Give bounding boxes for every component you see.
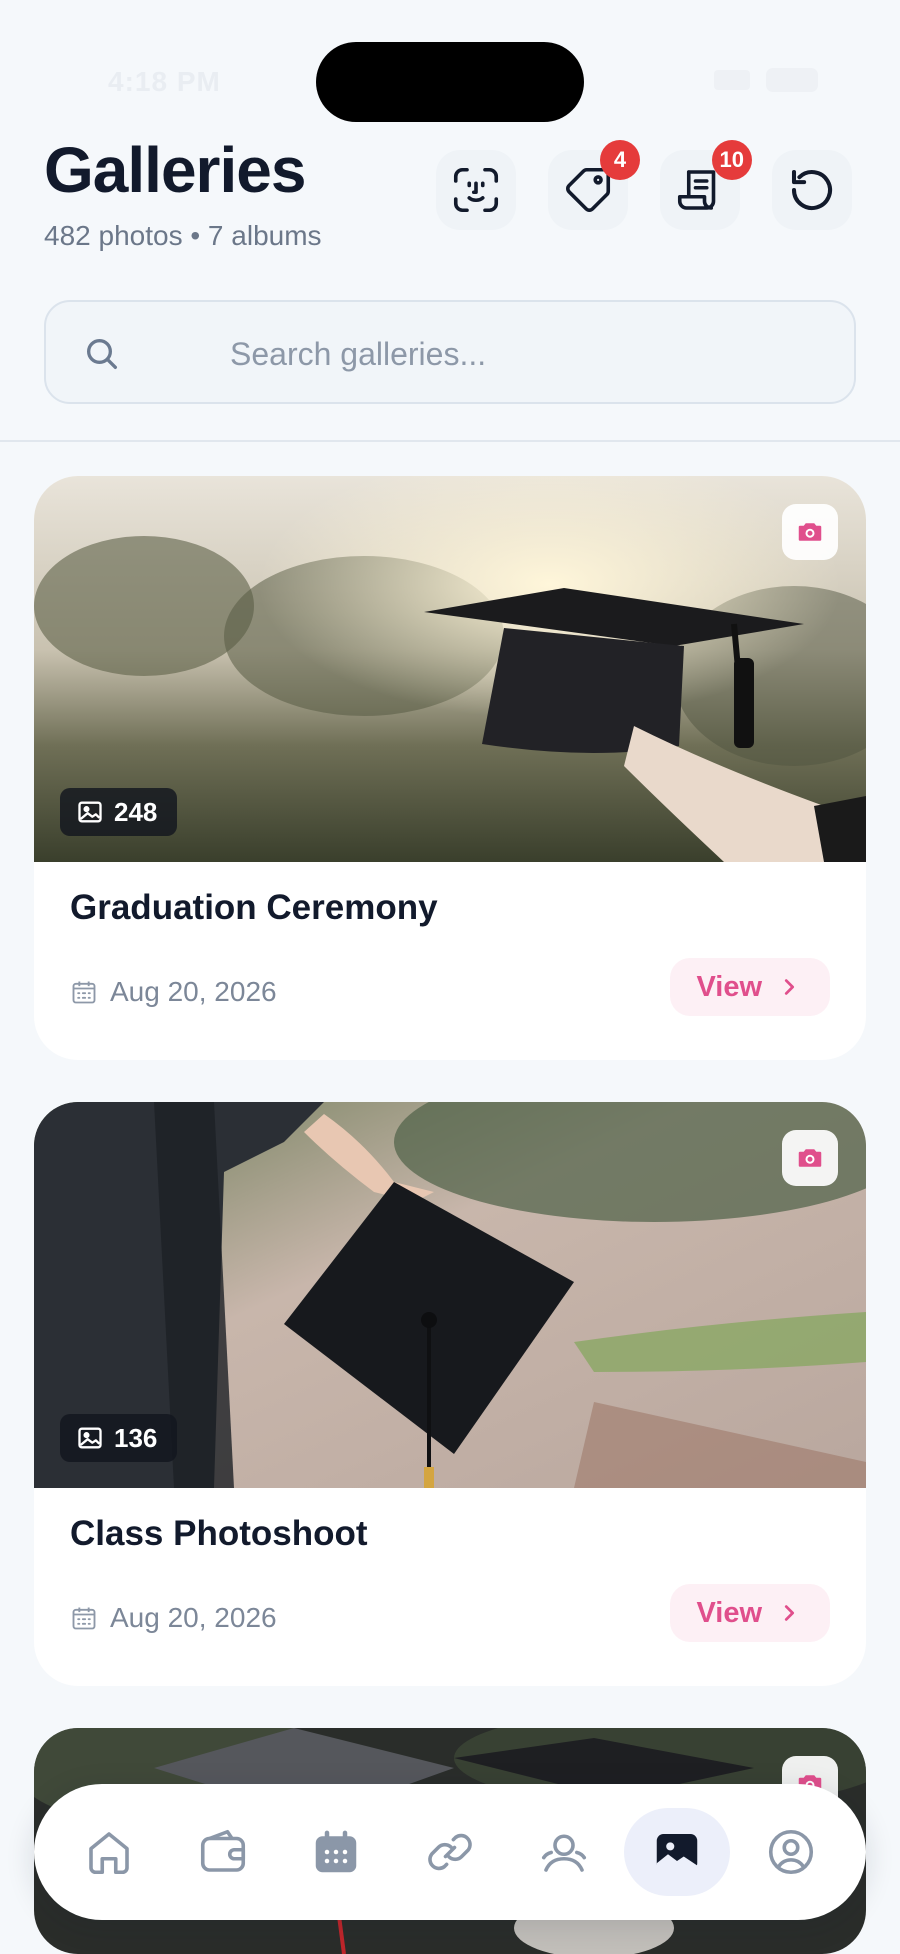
gallery-cover-image: 248 (34, 476, 866, 862)
calendar-icon (70, 978, 98, 1006)
nav-gallery[interactable] (624, 1808, 730, 1896)
users-icon (537, 1825, 591, 1879)
face-scan-icon (449, 163, 503, 217)
calendar-icon (70, 1604, 98, 1632)
search-input[interactable] (230, 332, 810, 376)
nav-home[interactable] (56, 1808, 162, 1896)
tags-badge: 4 (600, 140, 640, 180)
gallery-date: Aug 20, 2026 (70, 1602, 277, 1634)
header-divider (0, 440, 900, 442)
refresh-button[interactable] (772, 150, 852, 230)
camera-button[interactable] (782, 1130, 838, 1186)
search-icon (82, 334, 122, 374)
profile-icon (764, 1825, 818, 1879)
gallery-date-text: Aug 20, 2026 (110, 1602, 277, 1634)
tags-button[interactable]: 4 (548, 150, 628, 230)
nav-links[interactable] (397, 1808, 503, 1896)
search-bar (44, 300, 856, 404)
nav-users[interactable] (511, 1808, 617, 1896)
gallery-cover-image: 136 (34, 1102, 866, 1488)
photo-count: 248 (114, 797, 157, 828)
images-icon (76, 1424, 104, 1452)
battery-icon (766, 68, 818, 92)
photo-count-badge: 136 (60, 1414, 177, 1462)
status-bar: 4:18 PM (0, 0, 900, 120)
nav-calendar[interactable] (283, 1808, 389, 1896)
status-time: 4:18 PM (108, 66, 221, 98)
camera-icon (795, 1143, 825, 1173)
photo-count-badge: 248 (60, 788, 177, 836)
gallery-card[interactable]: 136 Class Photoshoot Aug 20, 2026 View (34, 1102, 866, 1686)
nav-profile[interactable] (738, 1808, 844, 1896)
chevron-right-icon (778, 976, 800, 998)
signal-icon (714, 70, 750, 90)
gallery-title: Graduation Ceremony (70, 888, 438, 928)
receipts-badge: 10 (712, 140, 752, 180)
home-icon (82, 1825, 136, 1879)
gallery-date-text: Aug 20, 2026 (110, 976, 277, 1008)
view-button[interactable]: View (670, 1584, 830, 1642)
header-actions: 4 10 (436, 150, 852, 230)
refresh-icon (785, 163, 839, 217)
wallet-icon (196, 1825, 250, 1879)
view-button[interactable]: View (670, 958, 830, 1016)
dynamic-island (316, 42, 584, 122)
gallery-icon (650, 1825, 704, 1879)
photo-count: 136 (114, 1423, 157, 1454)
receipts-button[interactable]: 10 (660, 150, 740, 230)
view-button-label: View (696, 971, 762, 1004)
camera-button[interactable] (782, 504, 838, 560)
chevron-right-icon (778, 1602, 800, 1624)
link-icon (423, 1825, 477, 1879)
gallery-date: Aug 20, 2026 (70, 976, 277, 1008)
face-scan-button[interactable] (436, 150, 516, 230)
gallery-title: Class Photoshoot (70, 1514, 368, 1554)
gallery-card[interactable]: 248 Graduation Ceremony Aug 20, 2026 Vie… (34, 476, 866, 1060)
status-indicators (714, 68, 818, 92)
images-icon (76, 798, 104, 826)
bottom-nav (34, 1784, 866, 1920)
calendar-icon (309, 1825, 363, 1879)
camera-icon (795, 517, 825, 547)
nav-wallet[interactable] (170, 1808, 276, 1896)
view-button-label: View (696, 1597, 762, 1630)
